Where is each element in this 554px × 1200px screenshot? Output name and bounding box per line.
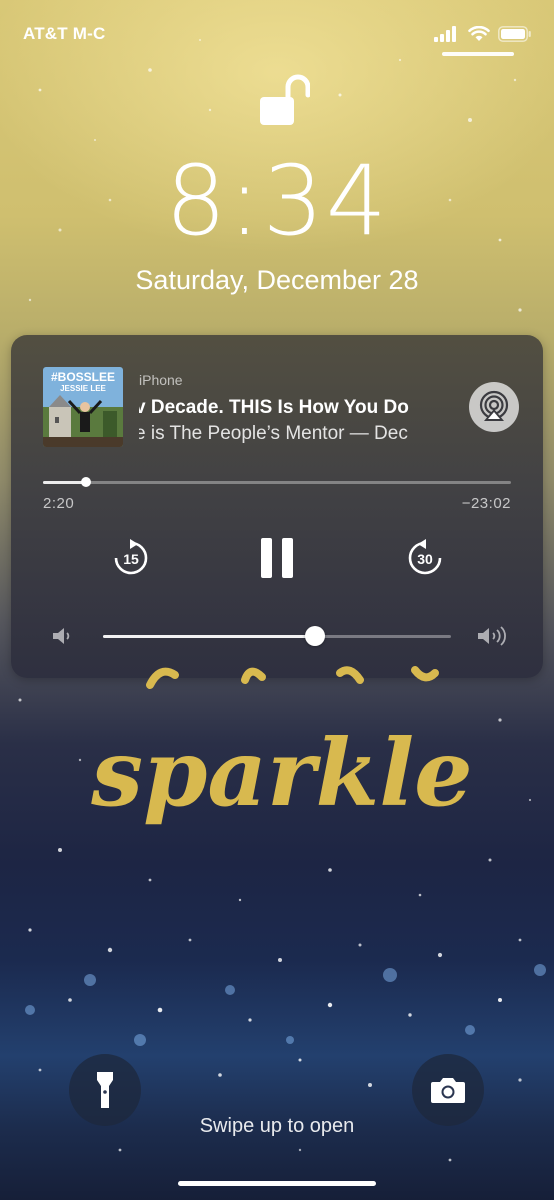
elapsed-time: 2:20 [43, 495, 75, 512]
wallpaper-word: sparkle [90, 719, 472, 827]
home-indicator[interactable] [178, 1181, 376, 1186]
album-artwork[interactable]: #BOSSLEE JESSIE LEE [43, 367, 123, 447]
unlocked-padlock-icon [260, 74, 310, 125]
artwork-title: #BOSSLEE [51, 370, 115, 384]
track-title[interactable]: v Decade. THIS Is How You Do [139, 395, 451, 421]
playback-progress-fill [43, 481, 87, 484]
wifi-icon [468, 26, 490, 41]
skip-forward-button[interactable]: 30 [405, 538, 445, 578]
swipe-up-hint: Swipe up to open [199, 1115, 355, 1137]
wallpaper-lettering: sparkle [90, 666, 473, 827]
playback-scrubber-knob[interactable] [81, 477, 92, 487]
volume-slider[interactable] [103, 626, 451, 646]
status-bar: AT&T M-C [0, 24, 554, 46]
camera-icon [431, 1078, 465, 1103]
playback-scrubber[interactable] [43, 477, 511, 487]
track-artist-text: e is The People’s Mentor — Dec [139, 423, 408, 444]
status-icons [434, 26, 532, 42]
skip-forward-30-icon: 30 [408, 539, 442, 575]
volume-low-icon [53, 628, 70, 644]
volume-high-icon [478, 626, 506, 646]
skip-back-15-icon: 15 [114, 539, 148, 575]
skip-back-seconds: 15 [123, 551, 139, 567]
lock-screen-date: Saturday, December 28 [135, 265, 419, 295]
flashlight-icon [97, 1072, 113, 1108]
volume-fill [103, 635, 316, 638]
airplay-icon [479, 390, 509, 421]
skip-back-button[interactable]: 15 [111, 538, 151, 578]
output-device-label: iPhone [139, 372, 183, 388]
track-artist[interactable]: e is The People’s Mentor — Dec [139, 421, 451, 447]
artwork-subtitle: JESSIE LEE [60, 384, 106, 393]
skip-forward-seconds: 30 [417, 551, 433, 567]
volume-slider-knob[interactable] [305, 626, 326, 646]
now-playing-widget[interactable]: #BOSSLEE JESSIE LEE iPhone v Decade. THI… [11, 335, 543, 678]
remaining-time: −23:02 [461, 495, 511, 512]
carrier-label: AT&T M-C [23, 24, 106, 43]
control-center-indicator[interactable] [442, 52, 514, 56]
track-title-text: v Decade. THIS Is How You Do [139, 397, 409, 418]
pause-button[interactable] [257, 535, 297, 581]
battery-icon [498, 26, 531, 42]
cellular-signal-icon [434, 26, 456, 42]
airplay-button[interactable] [469, 382, 519, 432]
lock-screen-time: 8:34 [165, 145, 389, 257]
pause-icon [261, 538, 293, 578]
